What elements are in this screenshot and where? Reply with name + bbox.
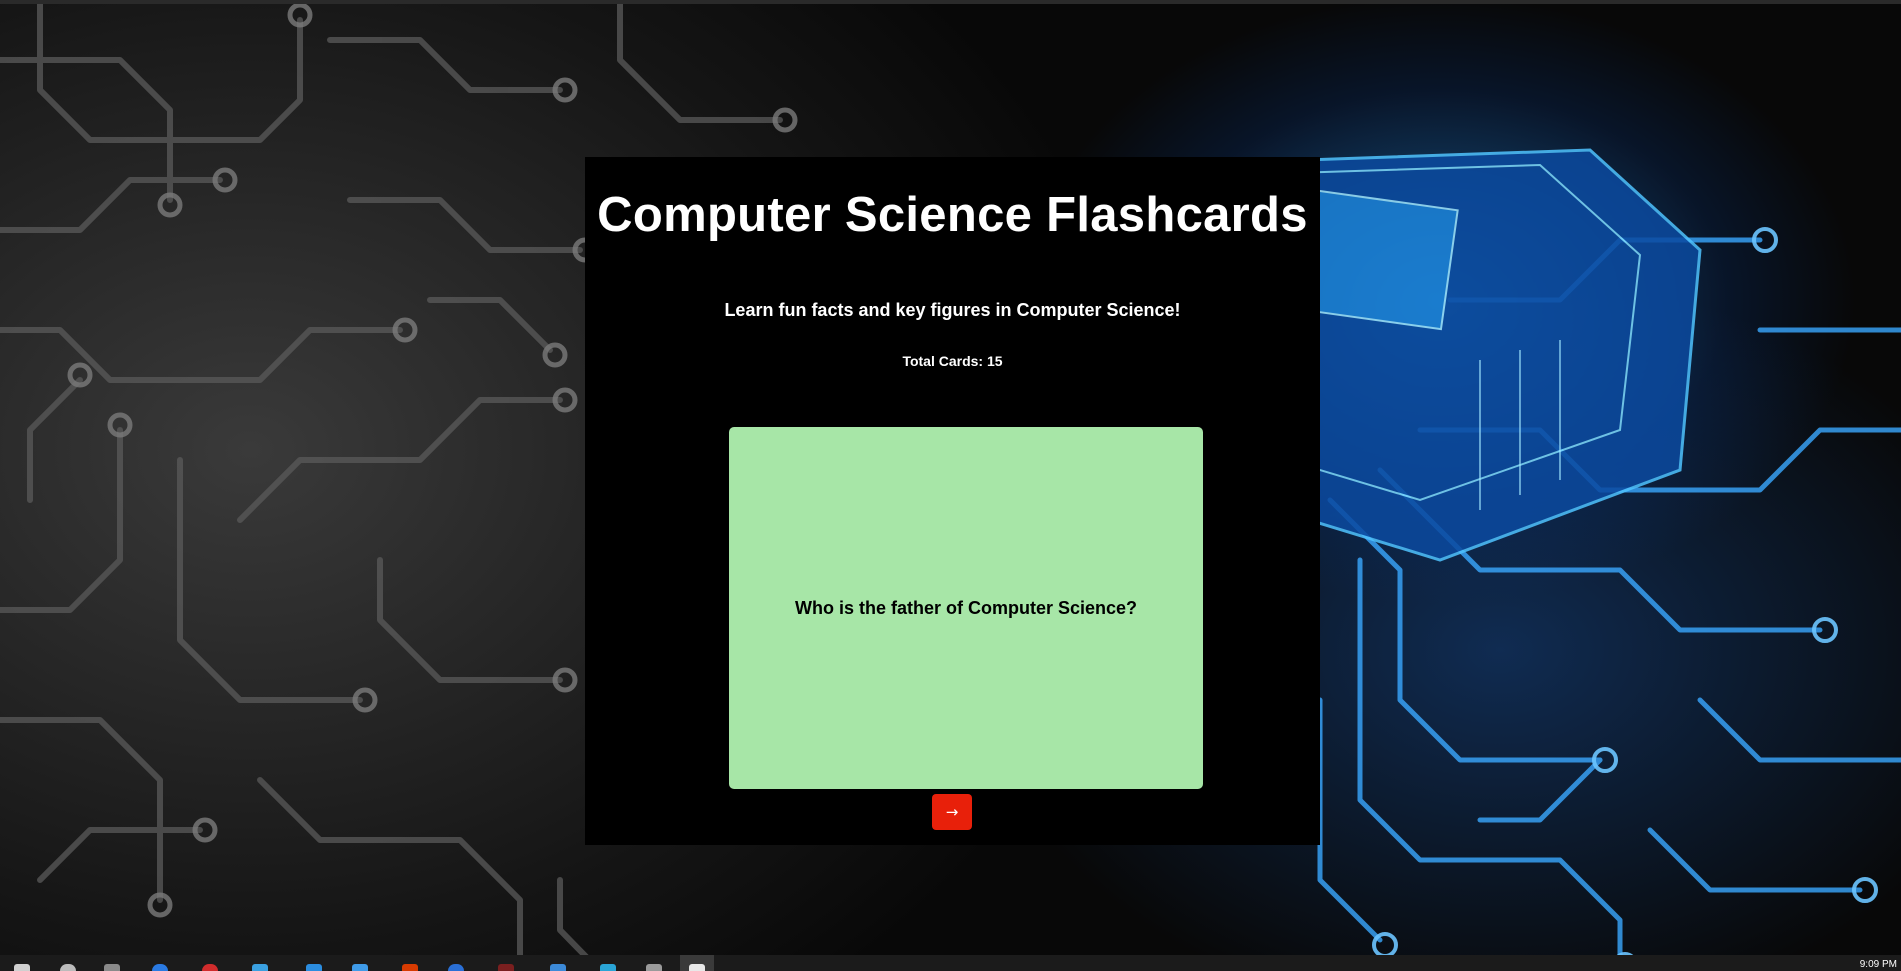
- task-view-icon[interactable]: [104, 964, 120, 971]
- app-icon[interactable]: [550, 964, 566, 971]
- browser-icon[interactable]: [448, 964, 464, 971]
- edge-icon[interactable]: [306, 964, 322, 971]
- game-icon[interactable]: [498, 964, 514, 971]
- office-icon[interactable]: [402, 964, 418, 971]
- flashcard[interactable]: Who is the father of Computer Science?: [729, 427, 1203, 789]
- page-title: Computer Science Flashcards: [597, 188, 1308, 242]
- app-icon[interactable]: [689, 964, 705, 971]
- app-icon[interactable]: [646, 964, 662, 971]
- next-card-button[interactable]: →: [932, 794, 972, 830]
- folder-icon[interactable]: [352, 964, 368, 971]
- app-icon[interactable]: [600, 964, 616, 971]
- flashcard-question: Who is the father of Computer Science?: [794, 597, 1138, 618]
- store-icon[interactable]: [252, 964, 268, 971]
- page-subtitle: Learn fun facts and key figures in Compu…: [724, 300, 1181, 320]
- flashcard-app-panel: Computer Science Flashcards Learn fun fa…: [585, 157, 1320, 845]
- opera-icon[interactable]: [202, 964, 218, 971]
- search-icon[interactable]: [60, 964, 76, 971]
- card-count: Total Cards: 15: [902, 353, 1003, 369]
- browser-top-bar: [0, 0, 1901, 4]
- chrome-icon[interactable]: [152, 964, 168, 971]
- windows-icon[interactable]: [14, 964, 30, 971]
- taskbar-clock[interactable]: 9:09 PM: [1860, 959, 1897, 970]
- taskbar: 9:09 PM: [0, 955, 1901, 971]
- desktop: Computer Science Flashcards Learn fun fa…: [0, 0, 1901, 971]
